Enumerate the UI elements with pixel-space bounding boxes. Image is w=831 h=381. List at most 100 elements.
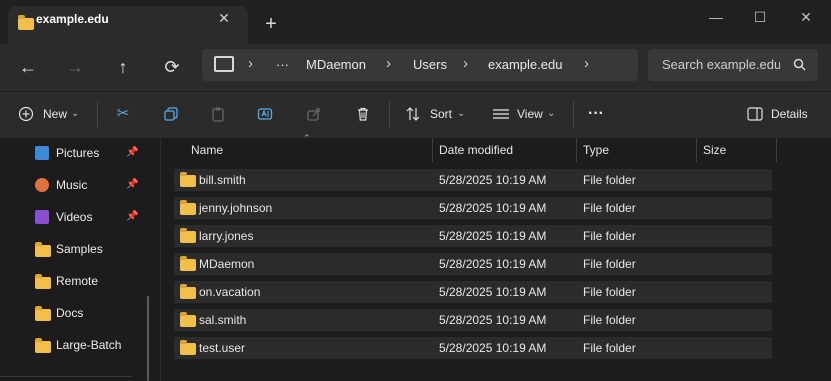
- close-tab-button[interactable]: ✕: [214, 8, 234, 28]
- sidebar-item-remote[interactable]: Remote: [28, 269, 144, 293]
- folder-icon: [35, 242, 51, 257]
- sidebar-item-docs[interactable]: Docs: [28, 301, 144, 325]
- sidebar-item-label: Docs: [56, 306, 84, 320]
- refresh-button[interactable]: ⟳: [161, 56, 183, 78]
- sidebar-item-large-batch[interactable]: Large-Batch: [28, 333, 144, 357]
- sort-icon[interactable]: [405, 106, 421, 122]
- cut-icon[interactable]: ✂: [112, 103, 134, 125]
- sidebar-scrollbar[interactable]: [147, 296, 149, 381]
- file-type: File folder: [583, 257, 636, 271]
- view-button[interactable]: View: [517, 103, 543, 125]
- toolbar-divider: [97, 101, 98, 127]
- file-name: sal.smith: [199, 313, 247, 327]
- new-button[interactable]: New: [43, 103, 67, 125]
- back-button[interactable]: ←: [17, 56, 39, 78]
- table-row[interactable]: MDaemon 5/28/2025 10:19 AM File folder: [174, 253, 772, 276]
- column-header-size[interactable]: Size: [703, 138, 726, 162]
- breadcrumb-separator[interactable]: ›: [248, 55, 253, 72]
- file-date: 5/28/2025 10:19 AM: [439, 313, 547, 327]
- sidebar-item-label: Videos: [56, 210, 93, 224]
- file-date: 5/28/2025 10:19 AM: [439, 285, 547, 299]
- folder-icon: [180, 200, 196, 215]
- file-type: File folder: [583, 229, 636, 243]
- folder-icon: [35, 306, 51, 321]
- folder-icon: [180, 172, 196, 187]
- breadcrumb-separator[interactable]: ›: [463, 55, 468, 72]
- search-icon[interactable]: [792, 57, 808, 73]
- pin-icon: 📌: [126, 147, 139, 158]
- folder-icon: [180, 284, 196, 299]
- file-name: bill.smith: [199, 173, 246, 187]
- table-row[interactable]: test.user 5/28/2025 10:19 AM File folder: [174, 337, 772, 360]
- file-type: File folder: [583, 313, 636, 327]
- delete-icon[interactable]: [355, 106, 371, 122]
- column-divider[interactable]: [576, 138, 577, 162]
- table-row[interactable]: jenny.johnson 5/28/2025 10:19 AM File fo…: [174, 197, 772, 220]
- breadcrumb-separator[interactable]: ›: [386, 55, 391, 72]
- sort-button[interactable]: Sort: [430, 103, 452, 125]
- new-tab-button[interactable]: +: [260, 14, 282, 36]
- details-pane-icon[interactable]: [747, 107, 763, 121]
- column-divider[interactable]: [776, 138, 777, 162]
- rename-icon[interactable]: [257, 106, 273, 122]
- this-pc-icon[interactable]: [214, 56, 234, 72]
- close-window-button[interactable]: ✕: [796, 8, 816, 26]
- table-row[interactable]: bill.smith 5/28/2025 10:19 AM File folde…: [174, 169, 772, 192]
- column-divider[interactable]: [432, 138, 433, 162]
- file-date: 5/28/2025 10:19 AM: [439, 341, 547, 355]
- file-name: MDaemon: [199, 257, 255, 271]
- sidebar-item-label: Samples: [56, 242, 103, 256]
- videos-icon: [35, 210, 49, 224]
- music-icon: [35, 178, 49, 192]
- breadcrumb-mdaemon[interactable]: MDaemon: [306, 57, 366, 72]
- pane-divider[interactable]: [160, 138, 161, 381]
- toolbar-divider: [573, 101, 574, 127]
- sidebar-item-label: Remote: [56, 274, 99, 288]
- search-input[interactable]: Search example.edu: [662, 57, 780, 72]
- column-divider[interactable]: [696, 138, 697, 162]
- copy-icon[interactable]: [163, 106, 179, 122]
- up-button[interactable]: ↑: [112, 56, 134, 78]
- share-icon[interactable]: [306, 106, 322, 122]
- new-icon[interactable]: [18, 106, 34, 122]
- table-row[interactable]: larry.jones 5/28/2025 10:19 AM File fold…: [174, 225, 772, 248]
- chevron-down-icon[interactable]: ⌄: [457, 103, 465, 125]
- toolbar-divider: [389, 101, 390, 127]
- sidebar-item-pictures[interactable]: Pictures 📌: [28, 141, 144, 165]
- file-name: test.user: [199, 341, 246, 355]
- column-header-name[interactable]: Name: [191, 138, 223, 162]
- breadcrumb-ellipsis[interactable]: ···: [276, 57, 289, 72]
- breadcrumb-example-edu[interactable]: example.edu: [488, 57, 562, 72]
- column-header-type[interactable]: Type: [583, 138, 609, 162]
- pin-icon: 📌: [126, 211, 139, 222]
- more-options-button[interactable]: ···: [588, 103, 604, 125]
- folder-icon: [35, 338, 51, 353]
- column-header-date-modified[interactable]: Date modified: [439, 138, 513, 162]
- folder-icon: [180, 312, 196, 327]
- breadcrumb-separator[interactable]: ›: [584, 55, 589, 72]
- folder-icon: [18, 15, 34, 30]
- sidebar-divider: [0, 376, 132, 377]
- table-row[interactable]: sal.smith 5/28/2025 10:19 AM File folder: [174, 309, 772, 332]
- sidebar-item-videos[interactable]: Videos 📌: [28, 205, 144, 229]
- maximize-button[interactable]: ☐: [750, 8, 770, 26]
- tab-title: example.edu: [36, 12, 109, 26]
- chevron-down-icon[interactable]: ⌄: [547, 103, 555, 125]
- sidebar-item-music[interactable]: Music 📌: [28, 173, 144, 197]
- file-type: File folder: [583, 201, 636, 215]
- table-row[interactable]: on.vacation 5/28/2025 10:19 AM File fold…: [174, 281, 772, 304]
- file-type: File folder: [583, 341, 636, 355]
- file-type: File folder: [583, 285, 636, 299]
- minimize-button[interactable]: —: [706, 8, 726, 26]
- chevron-down-icon[interactable]: ⌄: [71, 103, 79, 125]
- folder-icon: [180, 228, 196, 243]
- forward-button[interactable]: →: [64, 56, 86, 78]
- sidebar-item-label: Large-Batch: [56, 338, 122, 352]
- pictures-icon: [35, 146, 49, 160]
- paste-icon[interactable]: [210, 106, 226, 122]
- breadcrumb-users[interactable]: Users: [413, 57, 447, 72]
- sort-ascending-icon: ⌃: [303, 133, 311, 143]
- view-icon[interactable]: [492, 106, 510, 122]
- details-button[interactable]: Details: [771, 103, 808, 125]
- sidebar-item-samples[interactable]: Samples: [28, 237, 144, 261]
